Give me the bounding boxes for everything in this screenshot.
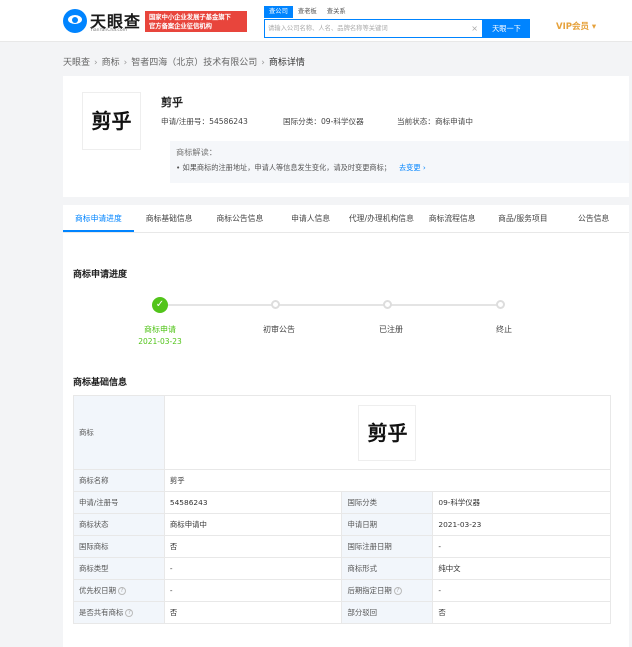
clear-icon[interactable]: × — [471, 24, 478, 34]
step-dot-3 — [383, 300, 392, 309]
step-label-4: 终止 — [496, 325, 512, 334]
progress-section-title: 商标申请进度 — [73, 270, 128, 280]
search-button[interactable]: 天眼一下 — [483, 19, 530, 38]
table-value: - — [432, 535, 611, 558]
search-tab-relation[interactable]: 查关系 — [322, 6, 351, 18]
breadcrumb-company[interactable]: 智者四海（北京）技术有限公司 — [131, 58, 257, 68]
trademark-image: 剪乎 — [82, 92, 141, 150]
tab-announcement-info[interactable]: 商标公告信息 — [205, 205, 276, 232]
table-label: 是否共有商标? — [73, 601, 165, 624]
table-label: 申请/注册号 — [73, 491, 165, 514]
progress-line — [160, 304, 501, 306]
table-value: 否 — [163, 601, 343, 624]
table-label: 申请日期 — [341, 513, 434, 536]
detail-tabs: 商标申请进度 商标基础信息 商标公告信息 申请人信息 代理/办理机构信息 商标流… — [63, 205, 629, 233]
breadcrumb-home[interactable]: 天眼查 — [63, 58, 90, 68]
search-tabs: 查公司 查老板 查关系 — [264, 6, 351, 18]
badge-line-2: 官方备案企业征信机构 — [149, 22, 212, 30]
explain-text: • 如果商标的注册地址，申请人等信息发生变化，请及时变更商标； 去变更 › — [176, 163, 426, 172]
detail-panel: 商标申请进度 商标基础信息 商标公告信息 申请人信息 代理/办理机构信息 商标流… — [63, 205, 629, 647]
table-value: 否 — [432, 601, 611, 624]
table-row: 商标名称 剪乎 — [73, 469, 612, 492]
logo-subtext: TianYanCha.com — [90, 28, 128, 33]
tab-notice-info[interactable]: 公告信息 — [558, 205, 629, 232]
table-label: 优先权日期? — [73, 579, 165, 602]
step-dot-2 — [271, 300, 280, 309]
table-label: 商标状态 — [73, 513, 165, 536]
table-row: 申请/注册号 54586243 国际分类 09-科学仪器 — [73, 491, 611, 514]
help-icon[interactable]: ? — [117, 587, 126, 595]
tab-goods-services[interactable]: 商品/服务项目 — [488, 205, 559, 232]
step-dot-4 — [496, 300, 505, 309]
tab-process-info[interactable]: 商标流程信息 — [417, 205, 488, 232]
trademark-explanation: 商标解读： • 如果商标的注册地址，申请人等信息发生变化，请及时变更商标； 去变更… — [170, 141, 629, 183]
table-value: - — [163, 557, 343, 580]
table-value: - — [432, 579, 611, 602]
trademark-title: 剪乎 — [161, 96, 183, 109]
registration-number: 申请/注册号：54586243 — [161, 117, 248, 126]
tab-applicant-info[interactable]: 申请人信息 — [275, 205, 346, 232]
table-row: 商标状态 商标申请中 申请日期 2021-03-23 — [73, 513, 611, 536]
table-row: 国际商标 否 国际注册日期 - — [73, 535, 611, 558]
table-value: 2021-03-23 — [432, 513, 611, 536]
table-label: 部分驳回 — [341, 601, 434, 624]
search-tab-boss[interactable]: 查老板 — [293, 6, 322, 18]
table-row: 优先权日期? - 后期指定日期? - — [73, 579, 611, 602]
search-input[interactable] — [268, 22, 468, 35]
trademark-image-large: 剪乎 — [358, 404, 417, 461]
tianyancha-logo[interactable]: 天眼查 TianYanCha.com — [63, 8, 141, 36]
table-value: 54586243 — [163, 491, 343, 514]
search-area: 查公司 查老板 查关系 × 天眼一下 — [264, 6, 530, 38]
table-row: 商标类型 - 商标形式 纯中文 — [73, 557, 611, 580]
table-row: 是否共有商标? 否 部分驳回 否 — [73, 601, 611, 624]
step-label-3: 已注册 — [379, 325, 403, 334]
table-label: 商标 — [73, 395, 165, 470]
tab-basic-info[interactable]: 商标基础信息 — [134, 205, 205, 232]
table-value: 剪乎 — [163, 395, 612, 470]
table-label: 国际商标 — [73, 535, 165, 558]
help-icon[interactable]: ? — [125, 609, 134, 617]
eye-logo-icon — [63, 9, 87, 33]
table-label: 商标形式 — [341, 557, 434, 580]
explain-title: 商标解读： — [176, 147, 217, 157]
international-class: 国际分类：09-科学仪器 — [283, 117, 364, 126]
progress-timeline: ✓ 商标申请 2021-03-23 初审公告 已注册 终止 — [63, 293, 629, 353]
breadcrumb-current: 商标详情 — [268, 58, 305, 68]
table-label: 国际注册日期 — [341, 535, 434, 558]
top-bar: 天眼查 TianYanCha.com 国家中小企业发展子基金旗下 官方备案企业征… — [0, 0, 632, 42]
help-icon[interactable]: ? — [393, 587, 402, 595]
table-value: 09-科学仪器 — [432, 491, 611, 514]
current-status: 当前状态：商标申请中 — [397, 117, 473, 126]
table-value: 否 — [163, 535, 343, 558]
trademark-summary-card: 剪乎 剪乎 申请/注册号：54586243 国际分类：09-科学仪器 当前状态：… — [63, 76, 629, 197]
badge-line-1: 国家中小企业发展子基金旗下 — [149, 13, 231, 21]
table-value: - — [163, 579, 343, 602]
table-value: 剪乎 — [163, 469, 612, 492]
table-value: 商标申请中 — [163, 513, 343, 536]
basic-info-table: 商标 剪乎 商标名称 剪乎 申请/注册号 54586243 国际分类 09-科学… — [73, 395, 612, 624]
official-badge: 国家中小企业发展子基金旗下 官方备案企业征信机构 — [145, 11, 247, 32]
table-label: 商标类型 — [73, 557, 165, 580]
table-value: 纯中文 — [432, 557, 611, 580]
table-row: 商标 剪乎 — [73, 395, 612, 470]
breadcrumb: 天眼查 › 商标 › 智者四海（北京）技术有限公司 › 商标详情 — [63, 58, 305, 68]
tab-agency-info[interactable]: 代理/办理机构信息 — [346, 205, 417, 232]
table-label: 商标名称 — [73, 469, 165, 492]
table-label: 国际分类 — [341, 491, 434, 514]
vip-menu[interactable]: VIP会员 ▾ — [556, 20, 596, 32]
step-date-1: 2021-03-23 — [138, 337, 182, 346]
table-label: 后期指定日期? — [341, 579, 434, 602]
basic-info-section-title: 商标基础信息 — [73, 378, 128, 388]
step-label-1: 商标申请 — [144, 325, 176, 334]
check-icon: ✓ — [152, 297, 168, 313]
change-link[interactable]: 去变更 › — [399, 163, 426, 172]
step-label-2: 初审公告 — [263, 325, 295, 334]
breadcrumb-trademark[interactable]: 商标 — [102, 58, 120, 68]
tab-application-progress[interactable]: 商标申请进度 — [63, 205, 134, 232]
search-tab-company[interactable]: 查公司 — [264, 6, 293, 18]
search-box: × — [264, 19, 483, 38]
